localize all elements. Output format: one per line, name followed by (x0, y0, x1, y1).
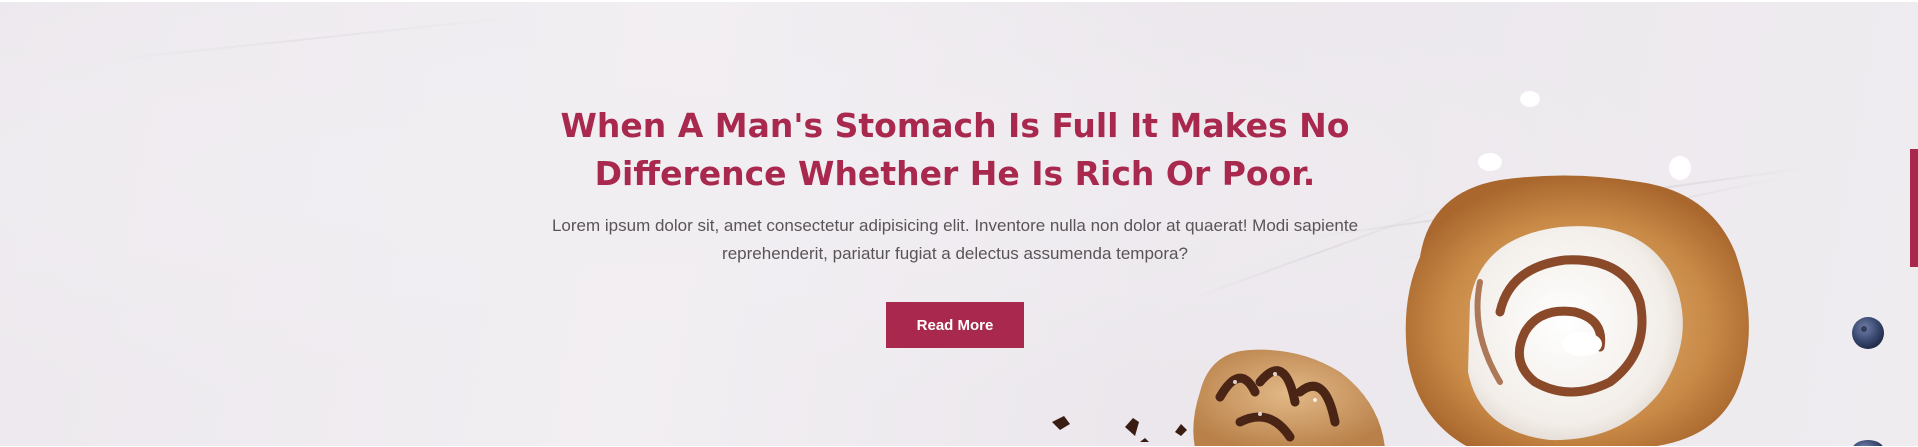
cinnamon-roll-image (1405, 175, 1749, 446)
hero-title: When A Man's Stomach Is Full It Makes No… (560, 106, 1350, 193)
chocolate-danish-image (1193, 349, 1385, 446)
hero-banner: When A Man's Stomach Is Full It Makes No… (0, 2, 1918, 446)
blueberry-image (1852, 317, 1884, 446)
chocolate-chips (1052, 416, 1187, 442)
side-scroll-tab[interactable] (1910, 149, 1918, 267)
hero-description: Lorem ipsum dolor sit, amet consectetur … (551, 216, 1359, 263)
read-more-button[interactable]: Read More (886, 302, 1024, 348)
icing-drops (1478, 91, 1691, 180)
hero-content: When A Man's Stomach Is Full It Makes No… (500, 102, 1410, 348)
